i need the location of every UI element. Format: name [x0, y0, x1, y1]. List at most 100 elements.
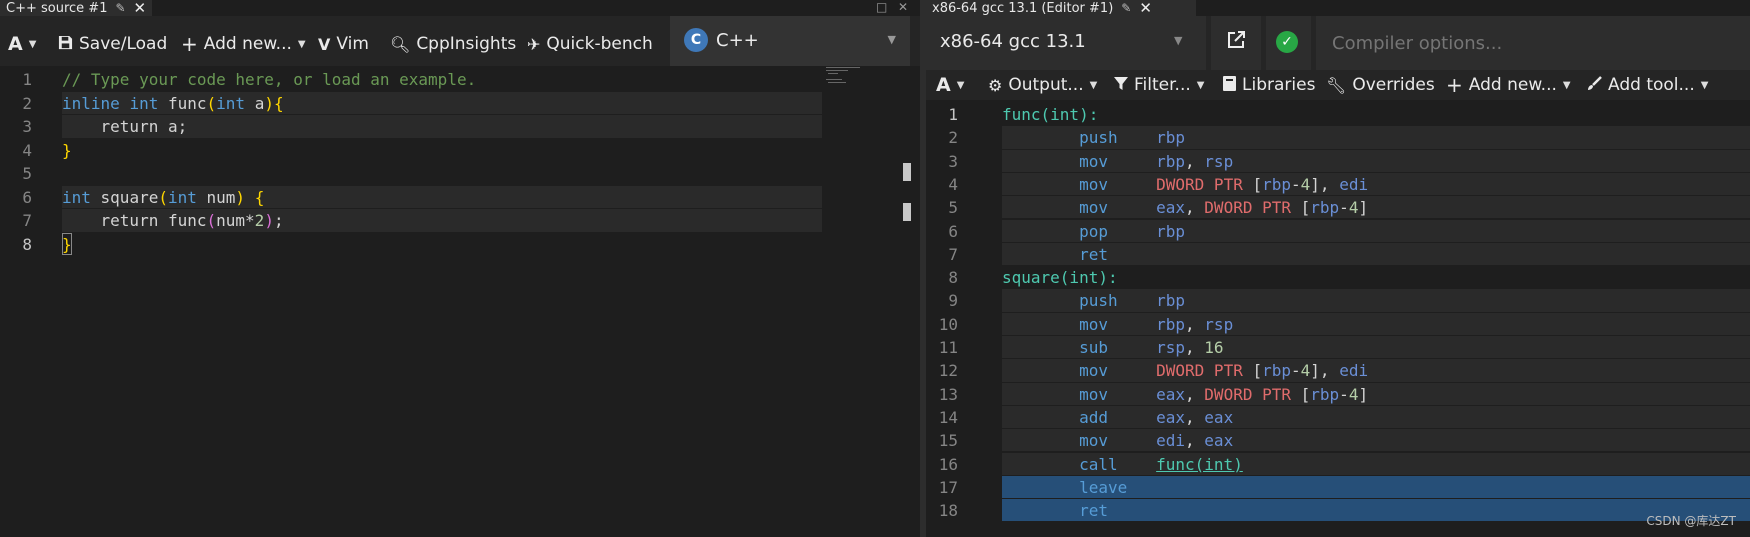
close-pane-icon[interactable]: ✕ [898, 0, 908, 14]
code-line[interactable]: 6 pop rbp [926, 219, 1750, 243]
code-line[interactable]: 2 inline int func(int a){ [0, 91, 920, 116]
tab-compiler[interactable]: x86-64 gcc 13.1 (Editor #1) ✎ ✕ [926, 0, 1196, 17]
code-token: [ [1252, 174, 1263, 194]
code-line[interactable]: 16 call func(int) [926, 452, 1750, 476]
code-token: rbp [1117, 128, 1186, 148]
code-line[interactable]: 1 // Type your code here, or load an exam… [0, 68, 920, 92]
code-token: [ [1252, 361, 1263, 381]
line-number: 7 [22, 211, 32, 230]
font-size-button[interactable]: A ▼ [8, 32, 36, 56]
source-code-editor[interactable]: 1 // Type your code here, or load an exam… [0, 66, 920, 537]
code-line[interactable]: 7 ret [926, 242, 1750, 266]
code-line[interactable]: 1 func(int): [926, 103, 1750, 126]
line-number: 6 [948, 221, 958, 241]
line-number: 4 [948, 174, 958, 194]
pencil-icon[interactable]: ✎ [115, 1, 125, 15]
code-line[interactable]: 12 mov DWORD PTR [rbp-4], edi [926, 359, 1750, 382]
filter-button[interactable]: Filter... ▼ [1114, 73, 1204, 97]
add-new-button[interactable]: + Add new... ▼ [181, 32, 306, 56]
code-token: ret [1002, 244, 1108, 264]
cppinsights-button[interactable]: 🔍︎ CppInsights [390, 32, 516, 56]
code-token: ( [206, 93, 217, 113]
code-token: int [216, 93, 246, 113]
code-line[interactable]: 3 mov rbp, rsp [926, 149, 1750, 173]
code-token: , [1185, 407, 1205, 427]
compiler-options-input[interactable] [1316, 16, 1750, 70]
code-line[interactable]: 2 push rbp [926, 126, 1750, 149]
minimap[interactable] [826, 64, 904, 104]
code-token: ) [235, 187, 246, 207]
code-token: num [196, 187, 236, 207]
pencil-icon[interactable]: ✎ [1121, 1, 1131, 15]
code-line[interactable]: 3 return a; [0, 115, 920, 139]
scrollbar-marker[interactable] [903, 203, 911, 221]
code-line[interactable]: 11 sub rsp, 16 [926, 336, 1750, 359]
code-line[interactable]: 9 push rbp [926, 289, 1750, 312]
maximize-icon[interactable]: □ [876, 0, 887, 14]
code-token: mov [1002, 384, 1108, 404]
code-line[interactable]: 13 mov eax, DWORD PTR [rbp-4] [926, 382, 1750, 406]
code-token: ret [1002, 501, 1108, 521]
save-load-button[interactable]: Save/Load [58, 32, 167, 56]
code-text: mov eax, DWORD PTR [rbp-4] [1002, 196, 1368, 219]
code-text: return a; [62, 115, 188, 139]
quickbench-button[interactable]: ✈ Quick-bench [527, 32, 653, 56]
code-token: [ [1300, 384, 1311, 404]
line-number: 1 [948, 105, 958, 124]
font-size-button[interactable]: A ▼ [936, 73, 964, 97]
compiler-select[interactable]: x86-64 gcc 13.1 ▼ [926, 16, 1206, 70]
language-select[interactable]: C C++ ▼ [670, 16, 910, 66]
assembly-output-view[interactable]: 1 func(int): 2 push rbp 3 mov rbp, rsp 4 mov… [926, 101, 1750, 537]
overrides-label: Overrides [1352, 75, 1435, 95]
libraries-button[interactable]: Libraries [1223, 73, 1315, 97]
code-line[interactable]: 4 mov DWORD PTR [rbp-4], edi [926, 172, 1750, 196]
code-token: DWORD PTR [1107, 361, 1253, 381]
code-line[interactable]: 4} [0, 139, 920, 163]
popout-button[interactable] [1211, 16, 1261, 70]
code-token: square [90, 187, 159, 207]
line-number: 8 [948, 268, 958, 288]
filter-label: Filter... [1134, 75, 1191, 95]
code-line[interactable]: 17 leave [926, 475, 1750, 499]
code-line[interactable]: 8} [0, 233, 920, 257]
add-tool-button[interactable]: Add tool... ▼ [1587, 73, 1708, 97]
code-line[interactable]: 5 mov eax, DWORD PTR [rbp-4] [926, 196, 1750, 219]
output-button[interactable]: ⚙ Output... ▼ [988, 73, 1097, 97]
code-text: return func(num*2); [62, 209, 284, 233]
code-line[interactable]: 14 add eax, eax [926, 405, 1750, 429]
code-token: - [1339, 198, 1349, 218]
code-token: add [1002, 407, 1108, 427]
line-number: 2 [22, 93, 32, 113]
tab-cpp-source[interactable]: C++ source #1 ✎ ✕ [0, 0, 152, 17]
code-token: mov [1002, 151, 1108, 171]
line-number: 3 [22, 117, 32, 136]
code-line[interactable]: 7 return func(num*2); [0, 209, 920, 233]
chevron-down-icon: ▼ [956, 79, 965, 91]
add-new-button[interactable]: + Add new... ▼ [1446, 73, 1571, 97]
scrollbar-marker[interactable] [903, 163, 911, 181]
vim-button[interactable]: V Vim [318, 32, 369, 56]
code-line[interactable]: 10 mov rbp, rsp [926, 312, 1750, 336]
close-icon[interactable]: ✕ [1139, 0, 1152, 17]
code-token: { [273, 93, 284, 113]
code-token: edi [1339, 361, 1369, 381]
line-number: 17 [938, 477, 958, 497]
code-token[interactable]: func(int) [1156, 455, 1243, 474]
code-token: ] [1358, 198, 1369, 218]
code-line[interactable]: 6 int square(int num) { [0, 185, 920, 210]
overrides-button[interactable]: 🔧︎ Overrides [1326, 73, 1435, 97]
code-token: // Type your code here, or load an examp… [62, 70, 477, 89]
code-line[interactable]: 15 mov edi, eax [926, 429, 1750, 452]
code-line[interactable]: 5 [0, 162, 920, 186]
compile-status[interactable]: ✓ [1266, 16, 1311, 70]
close-icon[interactable]: ✕ [134, 0, 147, 17]
code-token: edi [1107, 431, 1186, 451]
chevron-down-icon: ▼ [1089, 79, 1098, 91]
code-line[interactable]: 18 ret [926, 499, 1750, 522]
code-line[interactable]: 8 square(int): [926, 266, 1750, 289]
code-token: mov [1002, 314, 1108, 334]
code-token: int [167, 187, 197, 207]
code-token: eax [1107, 198, 1186, 218]
